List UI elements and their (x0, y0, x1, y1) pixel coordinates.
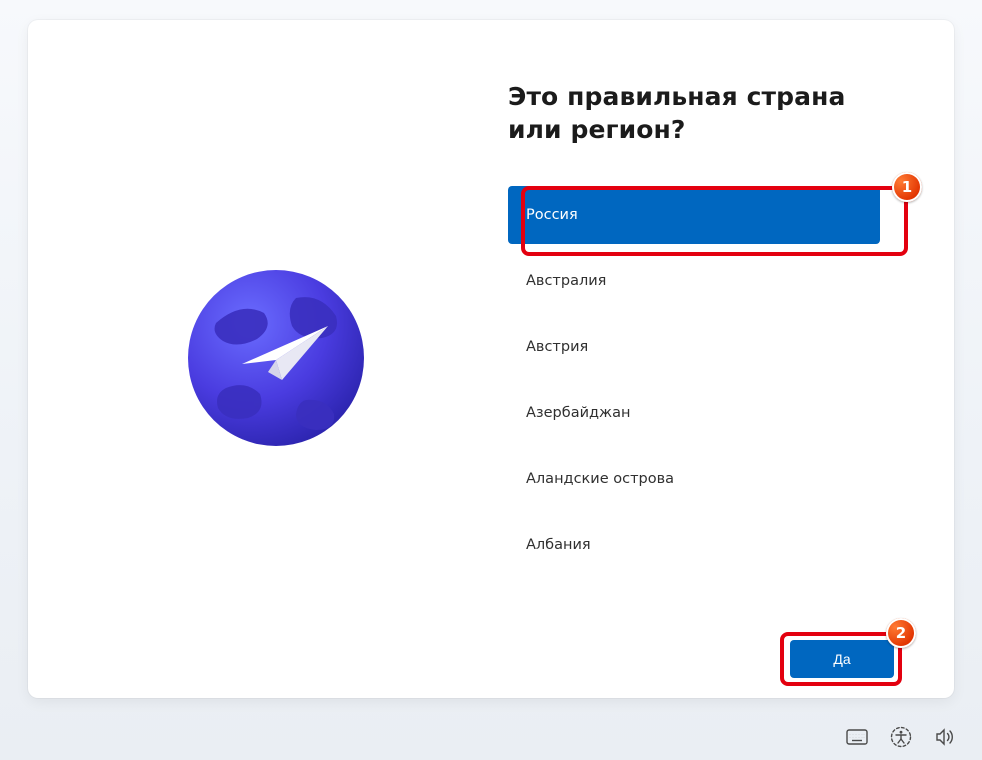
region-item-austria[interactable]: Австрия (508, 318, 880, 376)
region-item-russia[interactable]: Россия (508, 186, 880, 244)
region-list: Россия Австралия Австрия Азербайджан Ала… (508, 186, 894, 574)
page-title: Это правильная страна или регион? (508, 80, 894, 146)
setup-panel: Это правильная страна или регион? Россия… (28, 20, 954, 698)
yes-button[interactable]: Да (790, 640, 894, 678)
region-illustration (28, 20, 488, 698)
region-label: Россия (526, 207, 578, 223)
region-label: Аландские острова (526, 471, 674, 487)
volume-icon[interactable] (932, 724, 958, 750)
region-label: Австрия (526, 339, 588, 355)
keyboard-icon[interactable] (844, 724, 870, 750)
region-label: Азербайджан (526, 405, 630, 421)
region-item-azerbaijan[interactable]: Азербайджан (508, 384, 880, 442)
taskbar-icons (844, 724, 958, 750)
region-item-australia[interactable]: Австралия (508, 252, 880, 310)
confirm-row: Да (790, 640, 894, 678)
region-label: Австралия (526, 273, 606, 289)
content-pane: Это правильная страна или регион? Россия… (488, 20, 954, 698)
region-item-aland[interactable]: Аландские острова (508, 450, 880, 508)
accessibility-icon[interactable] (888, 724, 914, 750)
region-item-albania[interactable]: Албания (508, 516, 880, 574)
globe-plane-icon (186, 268, 366, 448)
region-label: Албания (526, 537, 591, 553)
